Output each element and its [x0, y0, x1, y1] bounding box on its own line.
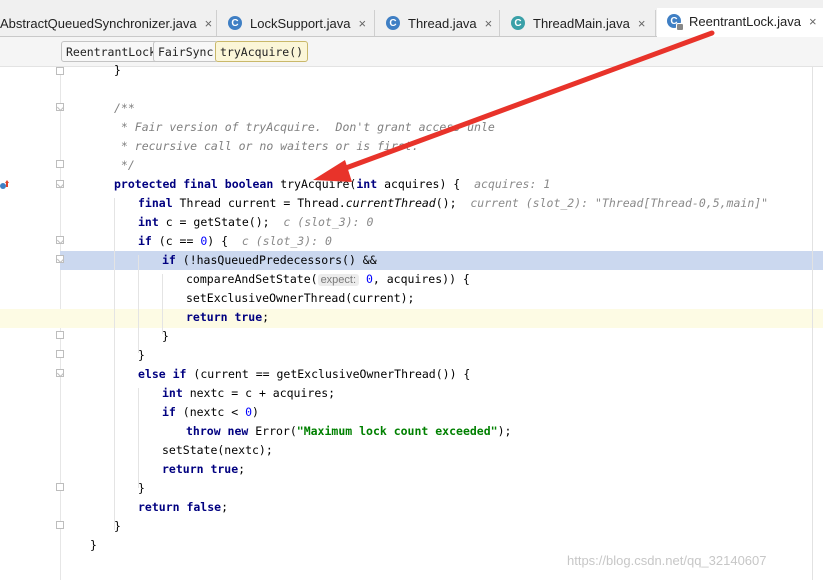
code-editor[interactable]: } /** * Fair version of tryAcquire. Don'…	[0, 0, 823, 580]
code-line: return false;	[138, 500, 229, 514]
code-line: setState(nextc);	[162, 443, 273, 457]
code-line: }	[138, 481, 145, 495]
code-line: if (nextc < 0)	[162, 405, 259, 419]
parameter-hint: expect:	[317, 274, 360, 286]
code-line: /**	[114, 101, 135, 115]
code-line: int c = getState(); c (slot_3): 0	[138, 215, 374, 229]
code-line: setExclusiveOwnerThread(current);	[186, 291, 415, 305]
code-line: int nextc = c + acquires;	[162, 386, 336, 400]
code-line-current: if (!hasQueuedPredecessors() &&	[162, 253, 377, 267]
code-line: }	[162, 329, 169, 343]
code-line: if (c == 0) { c (slot_3): 0	[138, 234, 332, 248]
code-line: }	[114, 63, 121, 77]
watermark: https://blog.csdn.net/qq_32140607	[567, 553, 767, 568]
code-line: return true;	[186, 310, 270, 324]
code-line: */	[114, 158, 135, 172]
code-line: throw new Error("Maximum lock count exce…	[186, 424, 512, 438]
code-line: else if (current == getExclusiveOwnerThr…	[138, 367, 471, 381]
code-line: compareAndSetState(expect: 0, acquires))…	[186, 272, 470, 286]
code-line: * Fair version of tryAcquire. Don't gran…	[114, 120, 495, 134]
debug-inline-value: c (slot_3): 0	[283, 215, 374, 229]
code-line: protected final boolean tryAcquire(int a…	[114, 177, 551, 191]
code-line: return true;	[162, 462, 246, 476]
debug-inline-value: current (slot_2): "Thread[Thread-0,5,mai…	[470, 196, 769, 210]
code-line: final Thread current = Thread.currentThr…	[138, 196, 769, 210]
debug-inline-value: c (slot_3): 0	[241, 234, 332, 248]
code-line: }	[138, 348, 145, 362]
code-line: }	[90, 538, 97, 552]
code-line: * recursive call or no waiters or is fir…	[114, 139, 419, 153]
debug-inline-value: acquires: 1	[474, 177, 551, 191]
code-line: }	[114, 519, 121, 533]
